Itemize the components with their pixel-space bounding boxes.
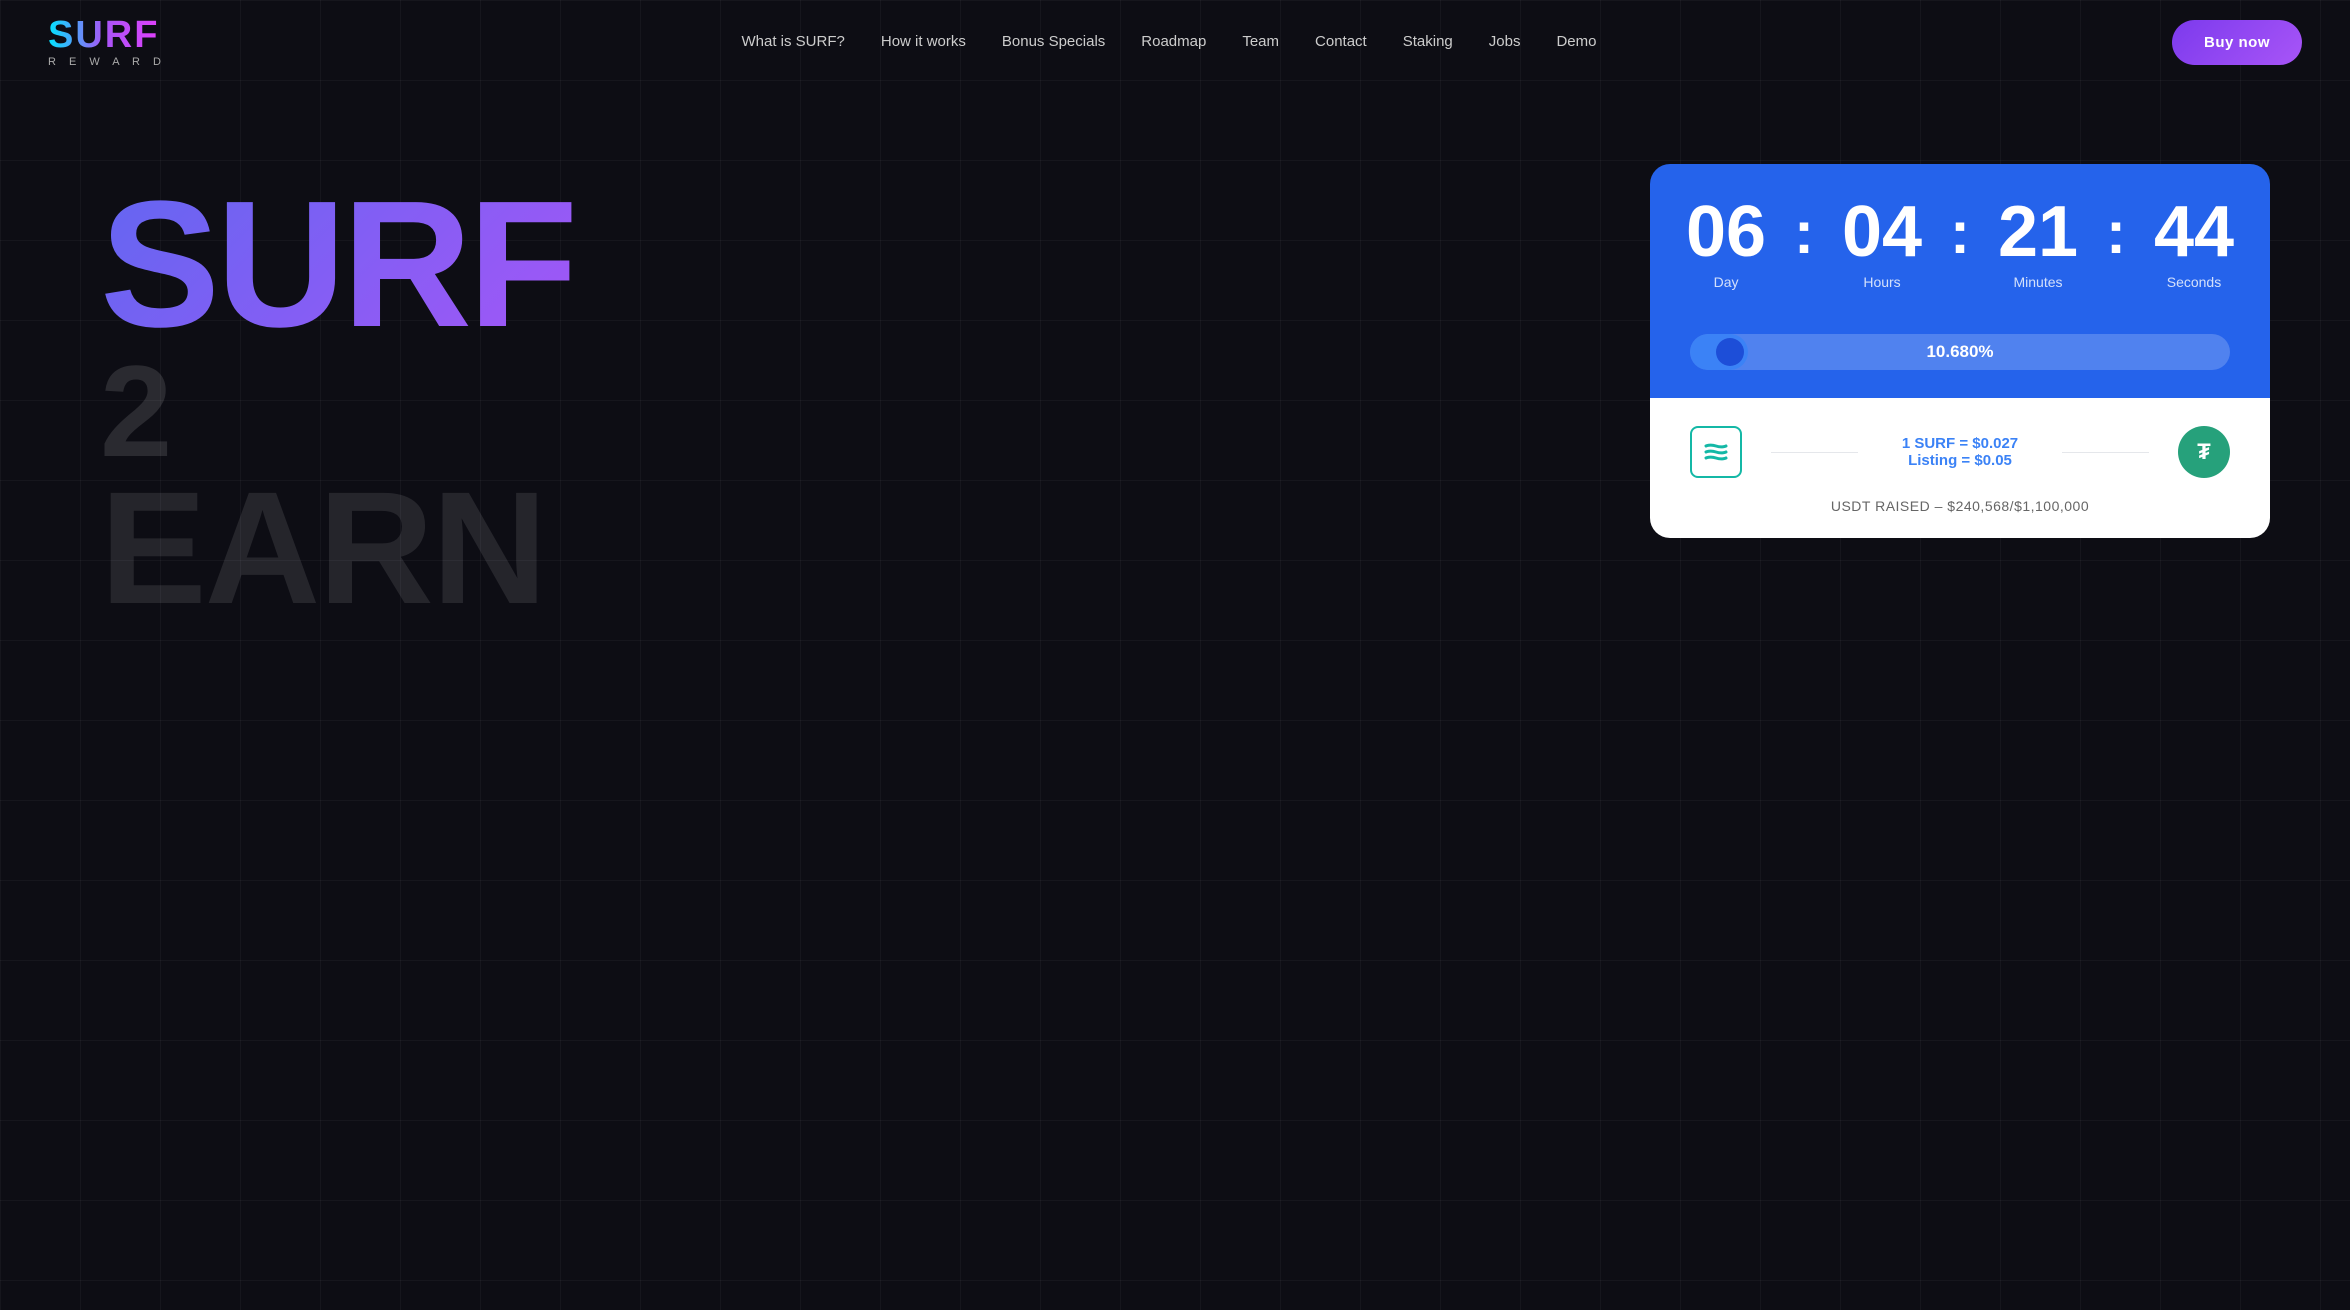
nav-link-team[interactable]: Team: [1242, 33, 1279, 50]
countdown-card: 06 Day : 04 Hours : 21 Minutes : 44 Seco…: [1650, 164, 2270, 318]
tether-symbol: ₮: [2197, 439, 2210, 465]
hero-title-surf: SURF: [100, 184, 1650, 346]
nav-links: What is SURF? How it works Bonus Special…: [742, 33, 1597, 51]
logo-reward-text: R E W A R D: [48, 56, 166, 68]
nav-link-roadmap[interactable]: Roadmap: [1141, 33, 1206, 50]
info-top: 1 SURF = $0.027 Listing = $0.05 ₮: [1690, 426, 2230, 478]
countdown-days-label: Day: [1714, 274, 1739, 290]
progress-container: 10.680%: [1650, 318, 2270, 398]
countdown-hours-label: Hours: [1863, 274, 1900, 290]
nav-link-jobs[interactable]: Jobs: [1489, 33, 1521, 50]
nav-item-contact[interactable]: Contact: [1315, 33, 1367, 51]
progress-text: 10.680%: [1690, 342, 2230, 362]
nav-item-how-it-works[interactable]: How it works: [881, 33, 966, 51]
nav-link-what-is-surf[interactable]: What is SURF?: [742, 33, 845, 50]
countdown-seconds-label: Seconds: [2167, 274, 2221, 290]
nav-item-roadmap[interactable]: Roadmap: [1141, 33, 1206, 51]
surf-token-icon: [1690, 426, 1742, 478]
countdown-timer: 06 Day : 04 Hours : 21 Minutes : 44 Seco…: [1690, 196, 2230, 290]
hero-title-earn: EARN: [100, 476, 1650, 620]
nav-link-demo[interactable]: Demo: [1556, 33, 1596, 50]
countdown-minutes-label: Minutes: [2013, 274, 2062, 290]
price-line-1: 1 SURF = $0.027: [1887, 435, 2032, 452]
hero-right: 06 Day : 04 Hours : 21 Minutes : 44 Seco…: [1650, 164, 2270, 538]
countdown-minutes: 21 Minutes: [1978, 196, 2098, 290]
countdown-hours: 04 Hours: [1822, 196, 1942, 290]
progress-bar-outer: 10.680%: [1690, 334, 2230, 370]
countdown-seconds: 44 Seconds: [2134, 196, 2254, 290]
countdown-days-value: 06: [1686, 196, 1766, 268]
usdt-raised-text: USDT RAISED – $240,568/$1,100,000: [1690, 498, 2230, 514]
nav-item-team[interactable]: Team: [1242, 33, 1279, 51]
nav-item-what-is-surf[interactable]: What is SURF?: [742, 33, 845, 51]
logo[interactable]: SURF R E W A R D: [48, 16, 166, 68]
nav-link-how-it-works[interactable]: How it works: [881, 33, 966, 50]
separator-1: :: [1794, 203, 1814, 283]
navbar: SURF R E W A R D What is SURF? How it wo…: [0, 0, 2350, 84]
countdown-minutes-value: 21: [1998, 196, 2078, 268]
nav-link-contact[interactable]: Contact: [1315, 33, 1367, 50]
logo-surf-text: SURF: [48, 16, 159, 54]
countdown-seconds-value: 44: [2154, 196, 2234, 268]
nav-item-jobs[interactable]: Jobs: [1489, 33, 1521, 51]
separator-3: :: [2106, 203, 2126, 283]
nav-link-staking[interactable]: Staking: [1403, 33, 1453, 50]
hero-left: SURF 2 EARN: [100, 124, 1650, 620]
tether-icon: ₮: [2178, 426, 2230, 478]
hero-title-2: 2: [100, 346, 1650, 476]
countdown-days: 06 Day: [1666, 196, 1786, 290]
nav-item-demo[interactable]: Demo: [1556, 33, 1596, 51]
nav-item-bonus-specials[interactable]: Bonus Specials: [1002, 33, 1105, 51]
nav-link-bonus-specials[interactable]: Bonus Specials: [1002, 33, 1105, 50]
hero-section: SURF 2 EARN 06 Day : 04 Hours : 21 Minut…: [0, 84, 2350, 1304]
buy-now-button[interactable]: Buy now: [2172, 20, 2302, 65]
price-line-2: Listing = $0.05: [1887, 452, 2032, 469]
countdown-hours-value: 04: [1842, 196, 1922, 268]
info-card: 1 SURF = $0.027 Listing = $0.05 ₮ USDT R…: [1650, 398, 2270, 538]
nav-item-staking[interactable]: Staking: [1403, 33, 1453, 51]
separator-2: :: [1950, 203, 1970, 283]
